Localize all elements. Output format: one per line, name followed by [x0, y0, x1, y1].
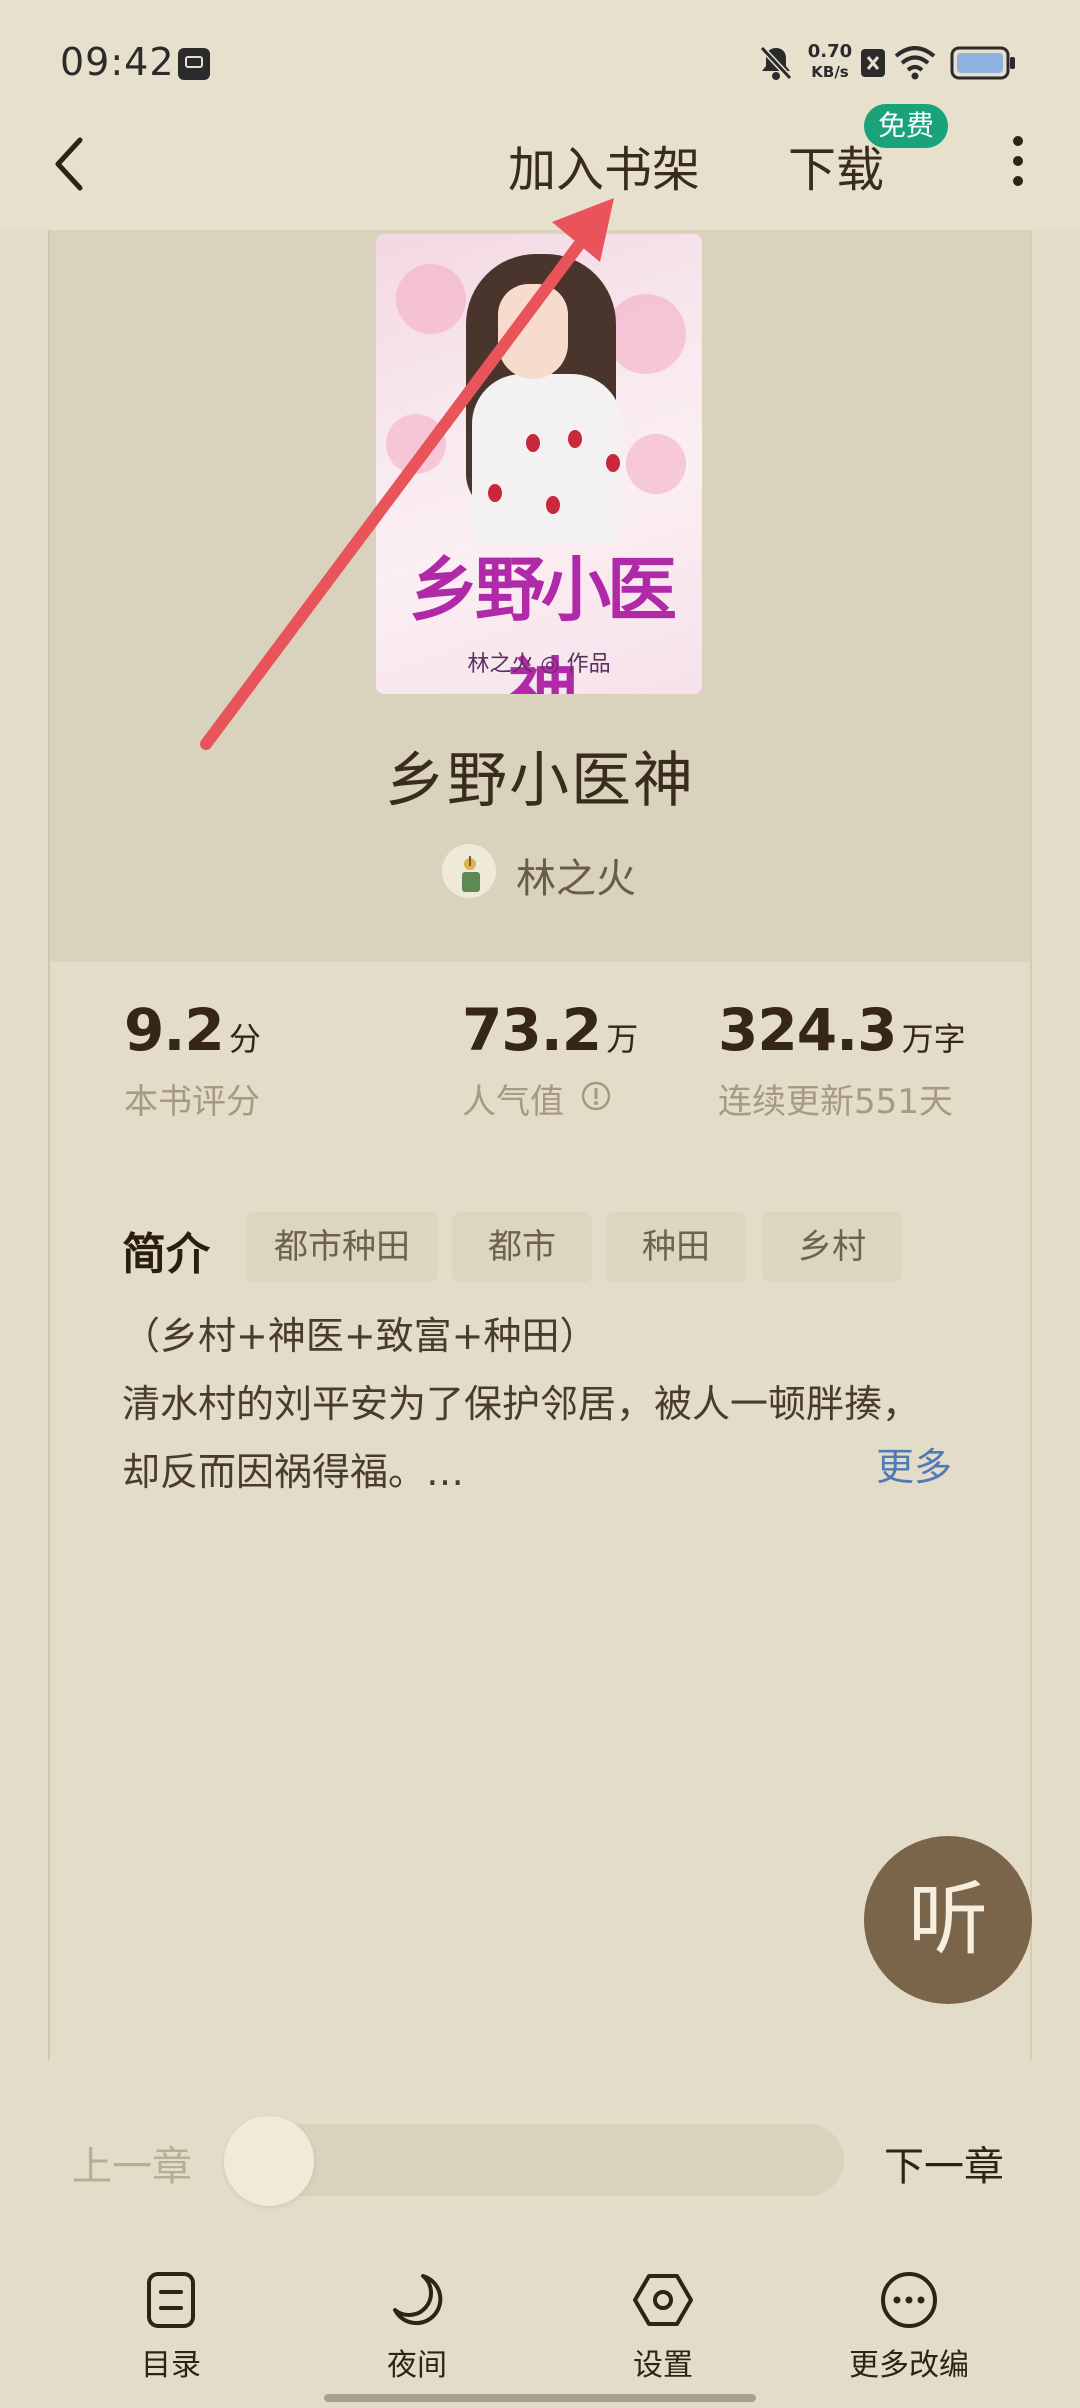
intro-line: （乡村+神医+致富+种田）	[122, 1314, 598, 1358]
chapter-progress-track[interactable]	[228, 2124, 844, 2196]
info-icon[interactable]	[580, 1080, 612, 1112]
tag-village[interactable]: 乡村	[762, 1212, 902, 1282]
rating-unit: 分	[228, 1020, 261, 1058]
nav-more-adaptations[interactable]: 更多改编	[824, 2270, 994, 2384]
listen-button[interactable]: 听	[864, 1836, 1032, 2004]
rating-label: 本书评分	[124, 1082, 260, 1122]
author-avatar[interactable]	[440, 842, 498, 900]
intro-heading: 简介	[122, 1229, 210, 1280]
nav-label: 设置	[633, 2348, 693, 2383]
popularity-value: 73.2	[462, 996, 602, 1064]
word-count-stat: 324.3 万字	[718, 996, 966, 1064]
prev-chapter-button[interactable]: 上一章	[72, 2134, 192, 2192]
annotation-arrow	[200, 198, 614, 750]
home-indicator[interactable]	[324, 2394, 756, 2402]
more-circle-icon	[881, 2272, 937, 2328]
intro-line: 清水村的刘平安为了保护邻居，被人一顿胖揍，	[122, 1382, 921, 1426]
word-count-value: 324.3	[718, 996, 897, 1064]
tag-urban-farming[interactable]: 都市种田	[246, 1212, 438, 1282]
update-streak-label: 连续更新551天	[718, 1082, 953, 1122]
author-name[interactable]: 林之火	[516, 846, 636, 904]
moon-icon	[393, 2274, 443, 2326]
nav-label: 更多改编	[849, 2348, 969, 2383]
popularity-stat: 73.2 万	[462, 996, 638, 1064]
settings-hexagon-icon	[633, 2274, 693, 2326]
nav-label: 夜间	[387, 2348, 447, 2383]
tag-farming[interactable]: 种田	[606, 1212, 746, 1282]
chapter-progress-thumb[interactable]	[224, 2116, 314, 2206]
intro-text: （乡村+神医+致富+种田） 清水村的刘平安为了保护邻居，被人一顿胖揍， 却反而因…	[122, 1302, 982, 1506]
nav-night-mode[interactable]: 夜间	[332, 2270, 502, 2384]
rating-value: 9.2	[124, 996, 225, 1064]
next-chapter-button[interactable]: 下一章	[884, 2134, 1004, 2192]
word-count-unit: 万字	[901, 1020, 966, 1058]
intro-more-link[interactable]: 更多	[876, 1436, 952, 1491]
list-icon	[147, 2272, 195, 2328]
popularity-label: 人气值	[462, 1082, 564, 1122]
intro-line: 却反而因祸得福。…	[122, 1450, 465, 1494]
nav-settings[interactable]: 设置	[578, 2270, 748, 2384]
rating-stat: 9.2 分	[124, 996, 261, 1064]
nav-table-of-contents[interactable]: 目录	[86, 2270, 256, 2384]
popularity-unit: 万	[606, 1020, 639, 1058]
tag-urban[interactable]: 都市	[452, 1212, 592, 1282]
nav-label: 目录	[141, 2348, 201, 2383]
